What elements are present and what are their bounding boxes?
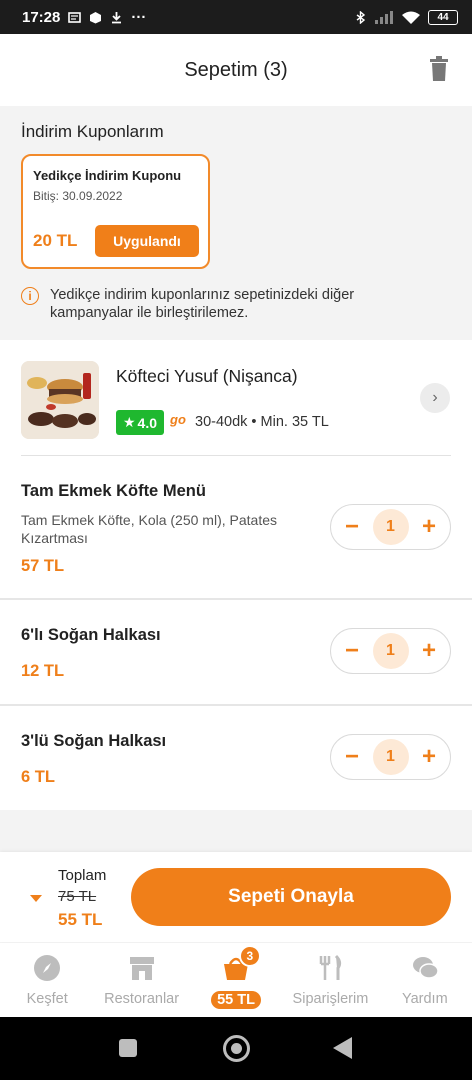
tab-label: Keşfet [26,991,68,1007]
signal-icon [375,10,393,24]
coupon-card[interactable]: Yedikçe İndirim Kuponu Bitiş: 30.09.2022… [21,154,210,269]
old-total: 75 TL [58,888,97,905]
restaurant-name: Köfteci Yusuf (Nişanca) [116,366,298,386]
back-button[interactable] [333,1037,352,1059]
chevron-right-icon[interactable]: › [420,383,450,413]
decrease-button[interactable]: − [342,639,362,663]
bluetooth-icon [356,10,366,24]
item-name: 3'lü Soğan Halkası [21,732,167,750]
coupon-section: İndirim Kuponlarım Yedikçe İndirim Kupon… [0,106,472,338]
item-price: 6 TL [21,768,55,786]
cart-summary-bar: Toplam 75 TL 55 TL Sepeti Onayla [0,852,472,942]
trash-icon[interactable] [428,56,450,82]
restaurant-meta: 30-40dk • Min. 35 TL [195,414,329,430]
tab-label: Siparişlerim [292,991,369,1007]
wifi-icon [402,11,420,24]
confirm-cart-button[interactable]: Sepeti Onayla [131,868,451,926]
coupon-info-text: Yedikçe indirim kuponlarınız sepetinizde… [50,287,355,321]
cart-item: Tam Ekmek Köfte Menü Tam Ekmek Köfte, Ko… [0,456,472,598]
go-delivery-icon: go [170,412,186,427]
compass-icon [32,953,62,983]
status-bar: 17:28 ··· 44 [0,0,472,34]
tab-help[interactable]: Yardım [378,943,472,1017]
tab-label: Restoranlar [104,991,180,1007]
quantity-stepper: − 1 + [330,628,451,674]
restaurant-image [21,361,99,439]
download-icon [112,11,122,23]
quantity-value: 1 [372,633,409,669]
tab-label: 55 TL [211,991,261,1009]
cart-item: 6'lı Soğan Halkası 12 TL − 1 + [0,600,472,704]
rating-value: 4.0 [137,414,158,431]
coupon-title: Yedikçe İndirim Kuponu [33,168,182,183]
app-header: Sepetim (3) [0,34,472,106]
coupon-amount: 20 TL [33,231,78,250]
quantity-stepper: − 1 + [330,504,451,550]
caret-down-icon[interactable] [30,895,42,902]
cart-count-badge: 3 [238,945,261,967]
recents-button[interactable] [119,1039,137,1057]
item-description: Tam Ekmek Köfte, Kola (250 ml), Patates … [21,512,277,546]
decrease-button[interactable]: − [342,515,362,539]
star-icon: ★ [122,414,136,430]
tab-orders[interactable]: Siparişlerim [283,943,377,1017]
decrease-button[interactable]: − [342,745,362,769]
cart-item: 3'lü Soğan Halkası 6 TL − 1 + [0,706,472,810]
battery-icon: 44 [428,9,458,25]
restaurant-card[interactable]: Köfteci Yusuf (Nişanca) ★ 4.0 go 30-40dk… [0,340,472,456]
quantity-value: 1 [372,509,409,545]
system-navigation-bar [0,1017,472,1080]
increase-button[interactable]: + [419,639,439,663]
home-button[interactable] [223,1035,250,1062]
bottom-tab-bar: Keşfet Restoranlar 3 55 TL Siparişlerim … [0,943,472,1017]
chat-icon [410,953,440,983]
increase-button[interactable]: + [419,515,439,539]
coupon-info: i Yedikçe indirim kuponlarınız sepetiniz… [21,286,430,322]
total-label: Toplam [58,867,107,884]
quantity-stepper: − 1 + [330,734,451,780]
rating-badge: ★ 4.0 [116,410,164,435]
tab-discover[interactable]: Keşfet [0,943,94,1017]
more-notifications: ··· [131,8,147,26]
store-icon [127,953,157,983]
package-icon [90,11,102,23]
coupon-applied-button[interactable]: Uygulandı [95,225,199,257]
info-icon: i [21,287,39,305]
coupon-expiry: Bitiş: 30.09.2022 [33,189,123,203]
tab-cart[interactable]: 3 55 TL [189,943,283,1017]
coupon-section-title: İndirim Kuponlarım [21,122,164,141]
cutlery-icon [315,953,345,983]
increase-button[interactable]: + [419,745,439,769]
item-name: 6'lı Soğan Halkası [21,626,161,644]
quantity-value: 1 [372,739,409,775]
tab-restaurants[interactable]: Restoranlar [94,943,188,1017]
item-name: Tam Ekmek Köfte Menü [21,482,206,500]
new-total: 55 TL [58,910,103,929]
item-price: 12 TL [21,662,65,680]
page-title: Sepetim (3) [184,58,288,81]
message-icon [68,11,82,23]
tab-label: Yardım [401,991,448,1007]
item-price: 57 TL [21,557,65,575]
status-time: 17:28 [22,8,61,26]
